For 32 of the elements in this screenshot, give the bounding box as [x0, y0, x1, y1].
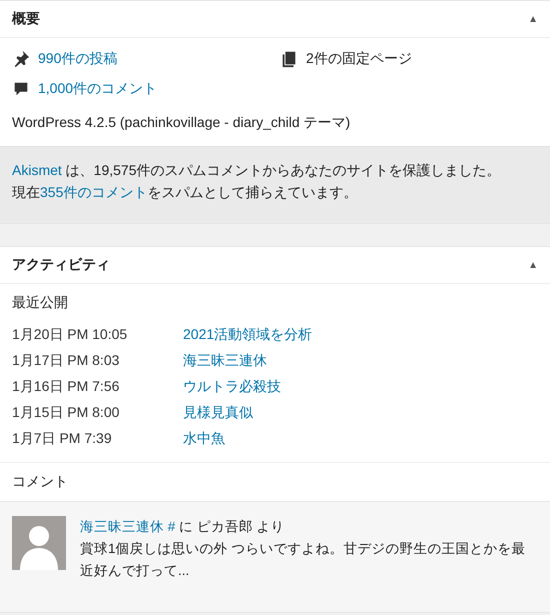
post-link[interactable]: 見様見真似	[183, 404, 253, 422]
section-heading: 最近公開	[11, 293, 69, 312]
post-link[interactable]: ウルトラ必殺技	[183, 378, 281, 396]
akismet-notice: Akismet は、19,575件のスパムコメントからあなたのサイトを保護しました。	[12, 161, 502, 180]
post-link[interactable]: 海三昧三連休	[80, 519, 164, 534]
panel-title: 概要	[12, 10, 40, 28]
post-link[interactable]: 海三昧三連休	[183, 352, 267, 370]
version-text: WordPress 4.2.5 (pachinkovillage - diary_child テーマ)	[11, 113, 352, 132]
post-date: 1月16日 PM 7:56	[12, 378, 120, 396]
speech-bubble-icon	[12, 80, 30, 98]
count-label: 2件の固定ページ	[306, 50, 412, 68]
comment-link[interactable]: #	[168, 519, 176, 534]
collapse-toggle[interactable]: ▲	[528, 14, 538, 24]
post-date: 1月7日 PM 7:39	[12, 430, 113, 448]
panel-title: アクティビティ	[12, 256, 110, 274]
notice-link[interactable]: Akismet	[12, 162, 62, 178]
count-link[interactable]: 1,000件のコメント	[38, 80, 158, 98]
post-date: 1月20日 PM 10:05	[12, 326, 128, 344]
count-link[interactable]: 990件の投稿	[38, 50, 118, 68]
post-date: 1月17日 PM 8:03	[12, 352, 120, 370]
section-heading: コメント	[11, 472, 69, 491]
comment-excerpt: 賞球1個戻しは思いの外 つらいですよね。甘デジの野生の王国とかを最近好んで打って...	[80, 540, 526, 580]
collapse-toggle[interactable]: ▲	[528, 260, 538, 270]
comment-author: に ピカ吾郎 より	[179, 519, 285, 534]
post-link[interactable]: 水中魚	[183, 430, 225, 448]
akismet-notice: 現在355件のコメント をスパムとして捕らえています。	[12, 183, 358, 202]
notice-link[interactable]: 355件のコメント	[40, 184, 148, 200]
avatar-icon	[12, 516, 66, 570]
post-date: 1月15日 PM 8:00	[12, 404, 120, 422]
pages-icon	[280, 50, 298, 68]
pin-icon	[12, 50, 30, 68]
post-link[interactable]: 2021活動領域を分析	[183, 326, 312, 344]
